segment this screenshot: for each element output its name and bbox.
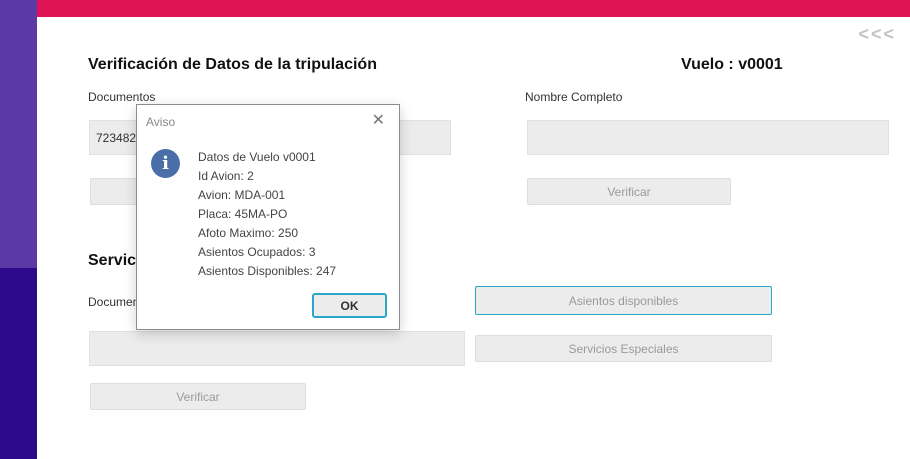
- dialog-title: Aviso: [146, 115, 176, 129]
- info-icon: i: [151, 149, 180, 178]
- dialog-message-line: Placa: 45MA-PO: [198, 207, 288, 221]
- sidebar-top-panel: [0, 0, 37, 268]
- dialog-message-line: Avion: MDA-001: [198, 188, 286, 202]
- back-button[interactable]: <<<: [858, 24, 896, 45]
- sidebar: [0, 0, 37, 459]
- dialog-message-line: Asientos Ocupados: 3: [198, 245, 316, 259]
- crew-documents-label: Documentos: [88, 90, 156, 104]
- close-icon[interactable]: ✕: [372, 110, 385, 130]
- crew-section-title: Verificación de Datos de la tripulación: [88, 56, 377, 73]
- fullname-label: Nombre Completo: [525, 90, 623, 104]
- dialog-message-line: Id Avion: 2: [198, 169, 254, 183]
- dialog-message-line: Asientos Disponibles: 247: [198, 264, 337, 278]
- fullname-field[interactable]: [527, 120, 889, 155]
- dialog-message-line: Datos de Vuelo v0001: [198, 150, 316, 164]
- notice-dialog: Aviso ✕ i Datos de Vuelo v0001 Id Avion:…: [136, 104, 400, 330]
- available-seats-button[interactable]: Asientos disponibles: [475, 286, 772, 315]
- top-bar: [37, 0, 910, 17]
- dialog-message-line: Afoto Maximo: 250: [198, 226, 299, 240]
- special-services-button[interactable]: Servicios Especiales: [475, 335, 772, 362]
- flight-label: Vuelo : v0001: [681, 56, 783, 73]
- services-document-field[interactable]: [89, 331, 465, 366]
- crew-verify-button[interactable]: Verificar: [527, 178, 731, 205]
- services-verify-button[interactable]: Verificar: [90, 383, 306, 410]
- ok-button[interactable]: OK: [312, 293, 387, 318]
